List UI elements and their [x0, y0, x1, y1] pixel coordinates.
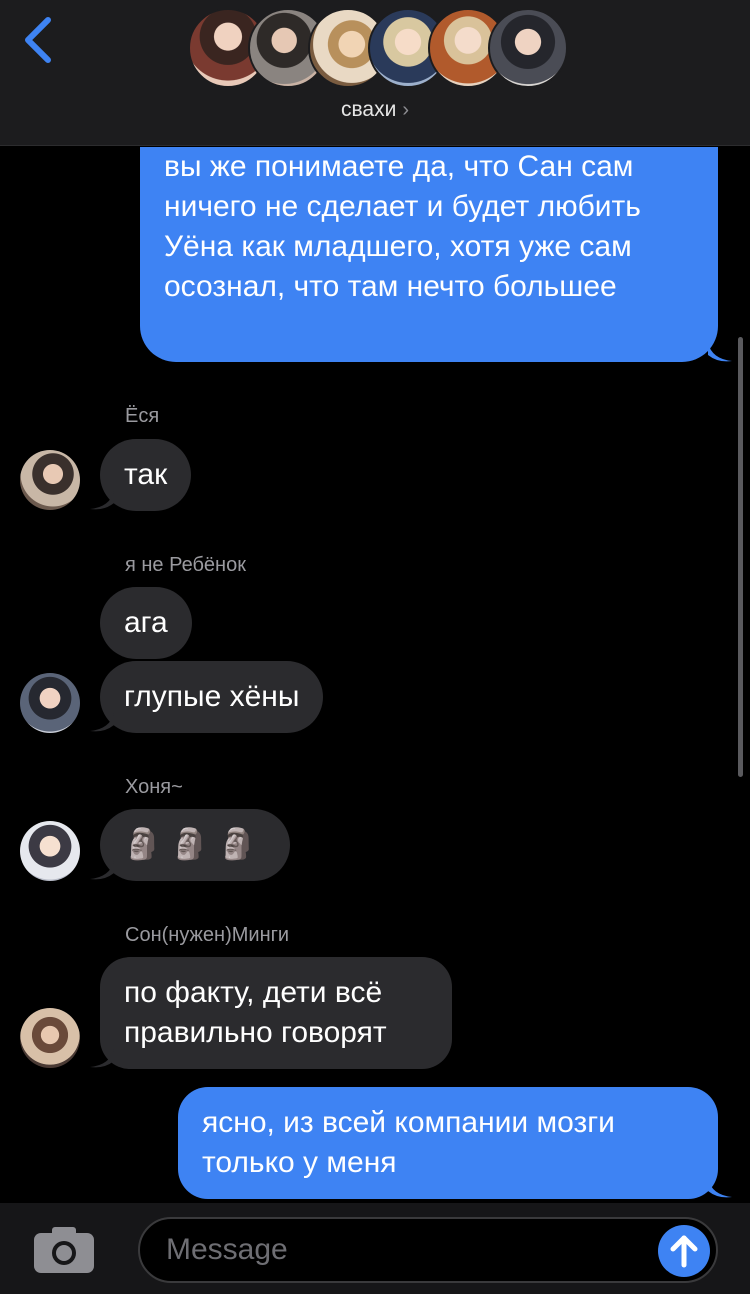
- sender-name: Сон(нужен)Минги: [125, 924, 290, 946]
- member-avatar: [488, 8, 568, 88]
- message-bubble-outgoing[interactable]: ясно, из всей компании мозги только у ме…: [178, 1087, 718, 1199]
- chat-header: свахи ›: [0, 0, 750, 146]
- send-button[interactable]: [658, 1225, 710, 1277]
- camera-icon: [34, 1227, 94, 1273]
- bubble-tail: [90, 713, 114, 732]
- sender-name: я не Ребёнок: [125, 554, 246, 576]
- chevron-left-icon: [25, 17, 51, 63]
- sender-name: Ёся: [125, 405, 160, 427]
- chevron-right-icon: ›: [402, 99, 409, 121]
- scrollbar[interactable]: [738, 337, 743, 777]
- message-input[interactable]: [166, 1219, 646, 1281]
- bubble-tail: [708, 343, 732, 362]
- avatar[interactable]: [20, 673, 80, 733]
- avatar[interactable]: [20, 450, 80, 510]
- message-bubble-incoming[interactable]: 🗿🗿🗿: [100, 809, 291, 881]
- message-field[interactable]: [138, 1217, 718, 1283]
- bubble-tail: [708, 1179, 732, 1198]
- group-avatars[interactable]: [188, 8, 568, 88]
- message-list[interactable]: вы же понимаете да, что Сан сам ничего н…: [0, 147, 750, 1203]
- arrow-up-icon: [670, 1235, 698, 1268]
- bubble-tail: [90, 861, 114, 880]
- group-name-label: свахи: [340, 98, 397, 121]
- avatar[interactable]: [20, 1008, 80, 1068]
- group-name[interactable]: свахи ›: [0, 98, 750, 122]
- avatar[interactable]: [20, 821, 80, 881]
- bubble-tail: [90, 1049, 114, 1068]
- composer-bar: [0, 1203, 750, 1294]
- message-bubble-outgoing[interactable]: вы же понимаете да, что Сан сам ничего н…: [140, 147, 718, 362]
- message-bubble-incoming[interactable]: ага: [100, 587, 192, 659]
- back-button[interactable]: [18, 14, 62, 66]
- message-bubble-incoming[interactable]: глупые хёны: [100, 661, 324, 733]
- camera-button[interactable]: [32, 1225, 96, 1275]
- sender-name: Хоня~: [125, 776, 183, 798]
- message-bubble-incoming[interactable]: по факту, дети всё правильно говорят: [100, 957, 452, 1069]
- bubble-tail: [90, 491, 114, 510]
